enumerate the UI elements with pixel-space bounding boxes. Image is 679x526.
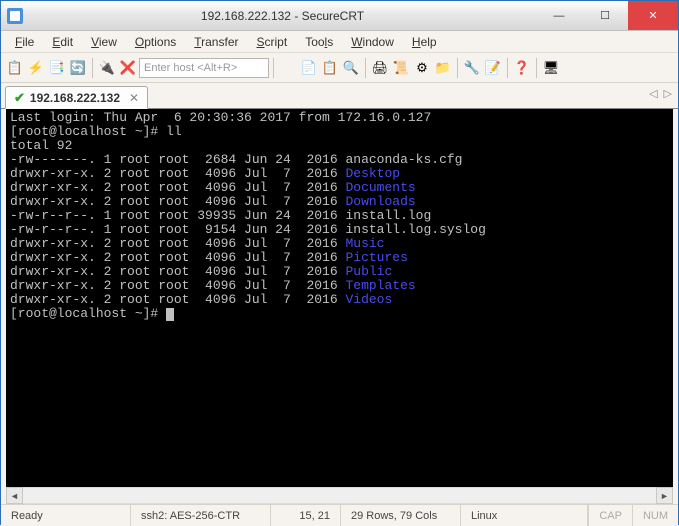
status-cap: CAP bbox=[588, 505, 632, 526]
menu-window[interactable]: Window bbox=[343, 33, 402, 51]
scroll-left-icon[interactable]: ◄ bbox=[6, 487, 23, 504]
menu-transfer[interactable]: Transfer bbox=[186, 33, 246, 51]
close-button[interactable]: ✕ bbox=[628, 1, 678, 30]
tab-next-icon[interactable]: ▷ bbox=[664, 87, 672, 100]
terminal-container: Last login: Thu Apr 6 20:30:36 2017 from… bbox=[1, 109, 678, 504]
tab-close-icon[interactable]: ✕ bbox=[129, 91, 139, 105]
tab-label: 192.168.222.132 bbox=[30, 91, 120, 105]
terminal[interactable]: Last login: Thu Apr 6 20:30:36 2017 from… bbox=[6, 109, 673, 504]
status-os: Linux bbox=[461, 505, 588, 526]
scroll-track[interactable] bbox=[23, 487, 656, 504]
status-num: NUM bbox=[632, 505, 678, 526]
session-icon[interactable]: 📁 bbox=[433, 58, 453, 78]
separator bbox=[92, 58, 93, 78]
horizontal-scrollbar[interactable]: ◄ ► bbox=[6, 487, 673, 504]
status-cipher: ssh2: AES-256-CTR bbox=[131, 505, 271, 526]
separator bbox=[507, 58, 508, 78]
menu-file[interactable]: File bbox=[7, 33, 42, 51]
titlebar: 192.168.222.132 - SecureCRT — ☐ ✕ bbox=[1, 1, 678, 31]
reconnect-icon[interactable]: 🔄 bbox=[68, 58, 88, 78]
tools-icon[interactable]: 🔧 bbox=[462, 58, 482, 78]
menu-view[interactable]: View bbox=[83, 33, 125, 51]
tabbar: ✔ 192.168.222.132 ✕ ◁ ▷ bbox=[1, 83, 678, 109]
script-icon[interactable]: 📝 bbox=[483, 58, 503, 78]
app-icon bbox=[7, 8, 23, 24]
toolbar: 📋 ⚡ 📑 🔄 🔌 ❌ Enter host <Alt+R> 📄 📋 🔍 🖨 📜… bbox=[1, 53, 678, 83]
status-cursor: 15, 21 bbox=[271, 505, 341, 526]
paste-icon[interactable]: 📋 bbox=[320, 58, 340, 78]
separator bbox=[457, 58, 458, 78]
connected-icon: ✔ bbox=[14, 90, 25, 106]
print-icon[interactable]: 🖨 bbox=[370, 58, 390, 78]
find-icon[interactable]: 🔍 bbox=[341, 58, 361, 78]
window-title: 192.168.222.132 - SecureCRT bbox=[29, 9, 536, 23]
tab-prev-icon[interactable]: ◁ bbox=[649, 87, 657, 100]
options-icon[interactable]: ⚙ bbox=[412, 58, 432, 78]
window-controls: — ☐ ✕ bbox=[536, 1, 678, 30]
disconnect-icon[interactable]: 🔌 bbox=[97, 58, 117, 78]
maximize-button[interactable]: ☐ bbox=[582, 1, 628, 30]
menu-options[interactable]: Options bbox=[127, 33, 184, 51]
status-dims: 29 Rows, 79 Cols bbox=[341, 505, 461, 526]
log-icon[interactable]: 📜 bbox=[391, 58, 411, 78]
separator bbox=[365, 58, 366, 78]
separator bbox=[273, 58, 274, 78]
host-input[interactable]: Enter host <Alt+R> bbox=[139, 58, 269, 78]
menubar: File Edit View Options Transfer Script T… bbox=[1, 31, 678, 53]
help-icon[interactable]: ❓ bbox=[512, 58, 532, 78]
menu-script[interactable]: Script bbox=[249, 33, 296, 51]
connect-tab-icon[interactable]: 📑 bbox=[47, 58, 67, 78]
status-ready: Ready bbox=[1, 505, 131, 526]
copy-icon[interactable]: 📄 bbox=[299, 58, 319, 78]
connect-icon[interactable]: 📋 bbox=[5, 58, 25, 78]
scroll-right-icon[interactable]: ► bbox=[656, 487, 673, 504]
toggle-icon[interactable]: 🖥 bbox=[541, 58, 561, 78]
quick-connect-icon[interactable]: ⚡ bbox=[26, 58, 46, 78]
session-tab[interactable]: ✔ 192.168.222.132 ✕ bbox=[5, 86, 148, 109]
tab-nav: ◁ ▷ bbox=[649, 87, 672, 100]
disconnect-all-icon[interactable]: ❌ bbox=[118, 58, 138, 78]
menu-tools[interactable]: Tools bbox=[297, 33, 341, 51]
statusbar: Ready ssh2: AES-256-CTR 15, 21 29 Rows, … bbox=[1, 504, 678, 526]
menu-help[interactable]: Help bbox=[404, 33, 445, 51]
menu-edit[interactable]: Edit bbox=[44, 33, 81, 51]
minimize-button[interactable]: — bbox=[536, 1, 582, 30]
separator bbox=[536, 58, 537, 78]
